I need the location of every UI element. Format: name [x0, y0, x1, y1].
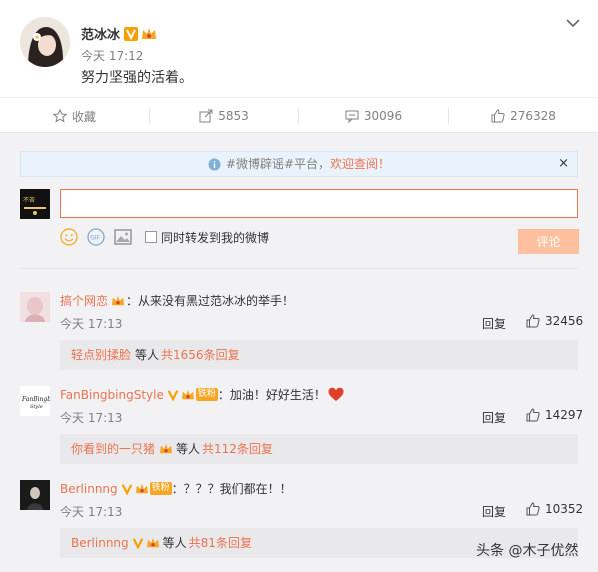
comment-text: ：从来没有黑过范冰冰的举手！ — [126, 294, 295, 308]
info-icon — [208, 158, 221, 171]
svg-text:FanBingbing: FanBingbing — [21, 396, 50, 403]
comment-like-button[interactable]: 14297 — [526, 408, 583, 422]
forward-icon — [199, 109, 213, 123]
comment-button[interactable]: 30096 — [299, 98, 448, 134]
rumor-notice: #微博辟谣#平台，欢迎查阅！ × — [20, 151, 578, 177]
comment-like-button[interactable]: 10352 — [526, 502, 583, 516]
svg-text:Style: Style — [30, 404, 43, 410]
composer-toolbar: GIF 同时转发到我的微博 — [60, 228, 269, 246]
sub-reply-count[interactable]: 共1656条回复 — [161, 340, 240, 370]
comment-icon — [345, 109, 359, 123]
thumbs-up-icon — [491, 109, 505, 123]
commenter-name[interactable]: FanBingbingStyle — [60, 388, 164, 402]
verified-v-icon — [124, 26, 139, 41]
notice-link[interactable]: 欢迎查阅！ — [330, 157, 390, 171]
emoji-icon[interactable] — [60, 228, 78, 246]
sub-reply-name[interactable]: 轻点别揉脸 — [71, 340, 131, 370]
svg-text:不吝: 不吝 — [23, 196, 35, 204]
comment-body: Berlinnng 铁粉 ：？？？我们都在！！ — [60, 480, 292, 497]
like-button[interactable]: 276328 — [449, 98, 598, 134]
thumbs-up-icon — [526, 314, 540, 328]
comment-input[interactable] — [60, 189, 578, 218]
comment-time[interactable]: 今天 17:13 — [60, 315, 122, 332]
fan-badge: 铁粉 — [149, 482, 172, 495]
notice-text[interactable]: #微博辟谣#平台， — [226, 157, 330, 171]
favorite-button[interactable]: 收藏 — [0, 98, 149, 134]
sub-reply-mid: 等人 — [162, 536, 187, 550]
gif-icon[interactable]: GIF — [87, 228, 105, 246]
thumbs-up-icon — [526, 502, 540, 516]
comment-time[interactable]: 今天 17:13 — [60, 503, 122, 520]
favorite-label: 收藏 — [71, 109, 96, 124]
sub-reply-mid: 等人 — [135, 348, 160, 362]
comment-body: 搞个网恋 ：从来没有黑过范冰冰的举手！ — [60, 292, 294, 309]
member-crown-icon — [141, 27, 157, 41]
svg-text:GIF: GIF — [90, 235, 100, 242]
commenter-name[interactable]: Berlinnng — [60, 482, 118, 496]
member-crown-icon — [111, 295, 125, 307]
comment-like-count: 10352 — [545, 502, 584, 516]
author-name[interactable]: 范冰冰 — [81, 24, 157, 43]
comment-time[interactable]: 今天 17:13 — [60, 409, 122, 426]
star-icon — [52, 109, 67, 123]
comment-like-count: 14297 — [545, 408, 584, 422]
comment-text: ：？？？我们都在！！ — [171, 482, 292, 496]
sub-reply-count[interactable]: 共112条回复 — [202, 434, 273, 464]
sub-reply-box[interactable]: 轻点别揉脸 等人 共1656条回复 — [60, 340, 578, 370]
comment-panel: #微博辟谣#平台，欢迎查阅！ × 不吝 GIF 同时转发到我的微博 评论 搞个网… — [0, 133, 598, 572]
close-icon[interactable]: × — [558, 152, 569, 176]
sub-reply-name[interactable]: Berlinnng — [71, 528, 129, 558]
verified-v-icon — [132, 537, 144, 549]
sub-reply-mid: 等人 — [176, 442, 201, 456]
comment-count: 30096 — [363, 109, 403, 123]
reply-button[interactable]: 回复 — [482, 409, 506, 426]
comment-like-button[interactable]: 32456 — [526, 314, 583, 328]
sub-reply-name[interactable]: 你看到的一只猪 — [71, 434, 155, 464]
my-avatar[interactable]: 不吝 — [20, 189, 50, 219]
comment-text: ：加油！好好生活！ — [217, 388, 326, 402]
member-crown-icon — [159, 443, 173, 455]
post-text: 努力坚强的活着。 — [81, 70, 193, 86]
forward-button[interactable]: 5853 — [150, 98, 298, 134]
verified-v-icon — [167, 389, 179, 401]
thumbs-up-icon — [526, 408, 540, 422]
reply-button[interactable]: 回复 — [482, 315, 506, 332]
action-bar: 收藏 5853 30096 276328 — [0, 97, 598, 133]
submit-comment-button[interactable]: 评论 — [518, 229, 579, 254]
image-icon[interactable] — [114, 229, 132, 245]
member-crown-icon — [146, 537, 160, 549]
author-avatar[interactable] — [20, 17, 70, 67]
divider — [20, 268, 578, 269]
author-name-text[interactable]: 范冰冰 — [81, 24, 120, 43]
heart-icon — [328, 387, 344, 402]
reply-button[interactable]: 回复 — [482, 503, 506, 520]
sub-reply-count[interactable]: 共81条回复 — [189, 528, 252, 558]
sub-reply-box[interactable]: 你看到的一只猪 等人 共112条回复 — [60, 434, 578, 464]
comment-avatar[interactable] — [20, 480, 50, 510]
member-crown-icon — [135, 483, 149, 495]
comment-avatar[interactable]: FanBingbingStyle — [20, 386, 50, 416]
forward-checkbox[interactable] — [145, 231, 157, 243]
comment-like-count: 32456 — [545, 314, 584, 328]
like-count: 276328 — [510, 109, 556, 123]
watermark: 头条 @木子优然 — [476, 543, 579, 559]
post-time[interactable]: 今天 17:12 — [81, 47, 143, 64]
commenter-name[interactable]: 搞个网恋 — [60, 292, 108, 309]
forward-count: 5853 — [218, 109, 249, 123]
forward-checkbox-label[interactable]: 同时转发到我的微博 — [161, 229, 269, 246]
verified-v-icon — [121, 483, 133, 495]
comment-body: FanBingbingStyle 铁粉 ：加油！好好生活！ — [60, 386, 344, 403]
comment-avatar[interactable] — [20, 292, 50, 322]
member-crown-icon — [181, 389, 195, 401]
chevron-down-icon[interactable] — [564, 14, 582, 32]
fan-badge: 铁粉 — [195, 388, 218, 401]
